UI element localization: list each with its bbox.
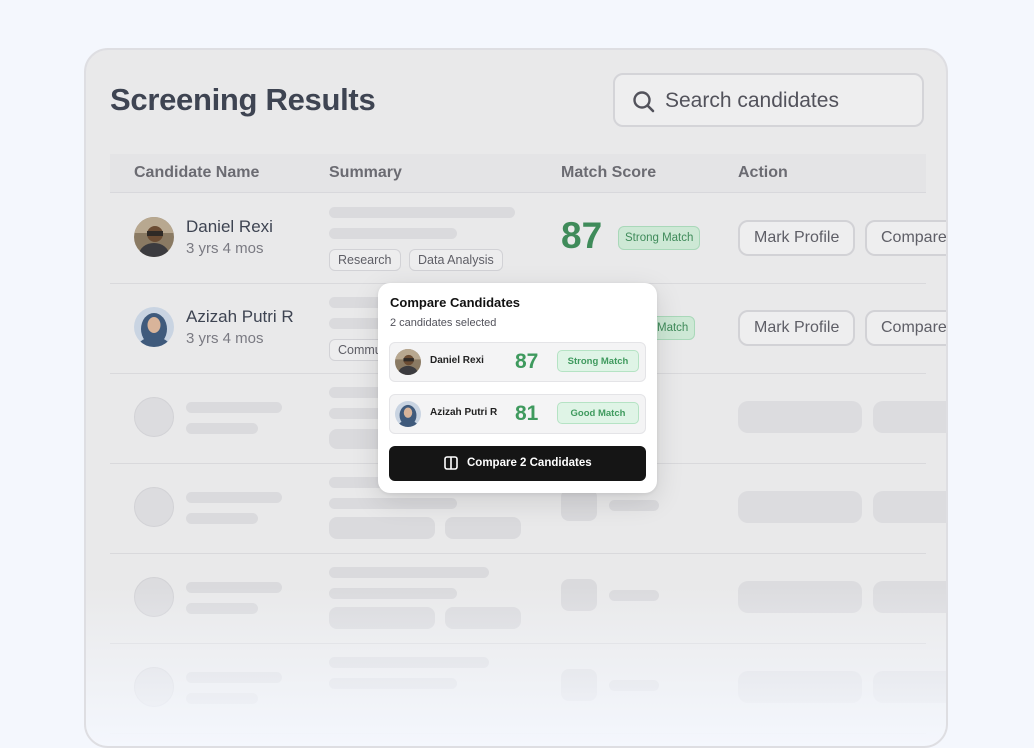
skeleton-line — [186, 693, 258, 704]
popup-subtitle: 2 candidates selected — [390, 317, 497, 329]
skeleton-tag — [445, 517, 521, 539]
skeleton-line — [186, 672, 282, 683]
skeleton-line — [329, 567, 489, 578]
candidate-name[interactable]: Azizah Putri R — [186, 307, 294, 327]
search-icon — [633, 91, 655, 113]
avatar — [395, 349, 421, 375]
match-score: 87 — [561, 215, 603, 256]
skeleton-tag — [329, 517, 435, 539]
header-match-score: Match Score — [561, 164, 657, 181]
skeleton-button — [738, 581, 862, 613]
table-row: Daniel Rexi 3 yrs 4 mos Research Data An… — [110, 193, 946, 284]
candidate-experience: 3 yrs 4 mos — [186, 330, 264, 347]
skill-tag: Research — [329, 249, 401, 271]
skeleton-score — [561, 669, 597, 701]
skeleton-avatar — [134, 667, 174, 707]
skeleton-score — [561, 489, 597, 521]
compare-candidate-score: 81 — [515, 402, 539, 425]
skeleton-line — [329, 678, 457, 689]
compare-button[interactable]: Compare — [865, 310, 946, 346]
skeleton-line — [609, 590, 659, 601]
popup-title: Compare Candidates — [390, 295, 521, 310]
summary-placeholder-line — [329, 228, 457, 239]
skeleton-line — [609, 500, 659, 511]
avatar — [395, 401, 421, 427]
compare-candidate-name: Azizah Putri R — [430, 407, 498, 418]
search-placeholder: Search candidates — [665, 89, 839, 112]
header-action: Action — [738, 164, 788, 181]
skeleton-avatar — [134, 397, 174, 437]
skeleton-button — [738, 491, 862, 523]
compare-candidate-score: 87 — [515, 350, 539, 373]
skeleton-line — [186, 492, 282, 503]
skill-tag: Data Analysis — [409, 249, 503, 271]
skeleton-line — [609, 680, 659, 691]
compare-candidates-popup: Compare Candidates 2 candidates selected… — [378, 283, 657, 493]
mark-profile-button[interactable]: Mark Profile — [738, 220, 856, 256]
skeleton-row — [110, 643, 946, 734]
skeleton-avatar — [134, 577, 174, 617]
avatar — [134, 217, 174, 257]
columns-icon — [444, 456, 458, 470]
skeleton-button — [873, 401, 946, 433]
header-candidate-name: Candidate Name — [134, 164, 260, 181]
skeleton-line — [186, 423, 258, 434]
skeleton-line — [329, 498, 457, 509]
skeleton-row — [110, 553, 946, 644]
header-summary: Summary — [329, 164, 402, 181]
skeleton-score — [561, 579, 597, 611]
search-input[interactable]: Search candidates — [613, 73, 924, 127]
skeleton-avatar — [134, 487, 174, 527]
skeleton-button — [738, 671, 862, 703]
compare-button-label: Compare 2 Candidates — [467, 457, 592, 469]
skeleton-line — [186, 402, 282, 413]
compare-candidates-button[interactable]: Compare 2 Candidates — [389, 446, 646, 481]
skeleton-line — [329, 588, 457, 599]
avatar — [134, 307, 174, 347]
candidate-name[interactable]: Daniel Rexi — [186, 217, 273, 237]
candidate-experience: 3 yrs 4 mos — [186, 240, 264, 257]
table-header: Candidate Name Summary Match Score Actio… — [110, 154, 926, 193]
skeleton-line — [329, 657, 489, 668]
skeleton-button — [738, 401, 862, 433]
skeleton-button — [873, 581, 946, 613]
page-title: Screening Results — [110, 82, 376, 117]
skeleton-button — [873, 491, 946, 523]
match-badge: Good Match — [557, 402, 639, 424]
mark-profile-button[interactable]: Mark Profile — [738, 310, 856, 346]
skeleton-tag — [445, 607, 521, 629]
compare-candidate-row[interactable]: Daniel Rexi 87 Strong Match — [389, 342, 646, 382]
skeleton-line — [186, 603, 258, 614]
compare-candidate-name: Daniel Rexi — [430, 355, 484, 366]
skeleton-tag — [329, 607, 435, 629]
match-badge: Strong Match — [557, 350, 639, 372]
skeleton-line — [186, 513, 258, 524]
match-badge: Strong Match — [618, 226, 701, 250]
compare-candidate-row[interactable]: Azizah Putri R 81 Good Match — [389, 394, 646, 434]
skeleton-line — [186, 582, 282, 593]
compare-button[interactable]: Compare — [865, 220, 946, 256]
summary-placeholder-line — [329, 207, 515, 218]
skeleton-button — [873, 671, 946, 703]
